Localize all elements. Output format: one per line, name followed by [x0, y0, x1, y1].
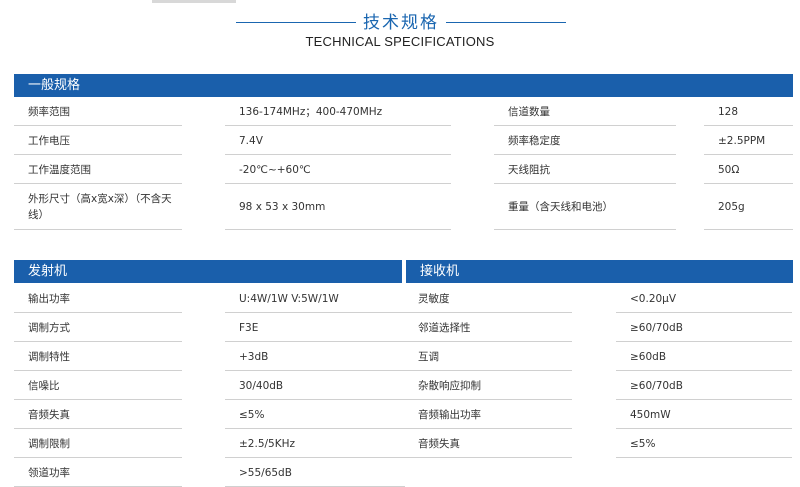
- row-divider: [704, 229, 793, 230]
- heading-rule-right: [446, 22, 566, 23]
- spec-label: 调制方式: [28, 321, 70, 334]
- spec-value: +3dB: [239, 350, 269, 363]
- spec-row: 工作电压 7.4V 频率稳定度 ±2.5PPM: [14, 126, 793, 155]
- spec-row: 频率范围 136-174MHz；400-470MHz 信道数量 128: [14, 97, 793, 126]
- spec-label: 输出功率: [28, 292, 70, 305]
- spec-label: 音频输出功率: [418, 408, 481, 421]
- spec-row: 输出功率 U:4W/1W V:5W/1W: [14, 284, 405, 313]
- heading-rule-left: [236, 22, 356, 23]
- spec-label: 信噪比: [28, 379, 60, 392]
- spec-label: 调制限制: [28, 437, 70, 450]
- spec-row: 外形尺寸（高x宽x深）（不含天线） 98 x 53 x 30mm 重量（含天线和电池…: [14, 184, 793, 230]
- spec-label: 重量（含天线和电池）: [508, 201, 613, 213]
- spec-value: 128: [718, 105, 739, 118]
- spec-label: 信道数量: [508, 105, 550, 118]
- spec-label: 邻道选择性: [418, 321, 471, 334]
- spec-row: 互调 ≥60dB: [404, 342, 792, 371]
- row-divider: [494, 229, 676, 230]
- spec-value: 7.4V: [239, 134, 263, 147]
- spec-label: 音频失真: [418, 437, 460, 450]
- spec-row: 灵敏度 <0.20μV: [404, 284, 792, 313]
- spec-label: 工作温度范围: [28, 163, 91, 176]
- section-title: 发射机: [28, 264, 68, 279]
- spec-value: ≥60dB: [630, 350, 667, 363]
- spec-value: ≤5%: [239, 408, 265, 421]
- spec-value: U:4W/1W V:5W/1W: [239, 292, 339, 305]
- row-divider: [225, 229, 451, 230]
- spec-value: 136-174MHz；400-470MHz: [239, 105, 383, 118]
- row-divider: [404, 457, 572, 458]
- spec-label: 频率稳定度: [508, 134, 561, 147]
- spec-value: ±2.5/5KHz: [239, 437, 296, 450]
- spec-value: <0.20μV: [630, 292, 677, 305]
- spec-value: 450mW: [630, 408, 671, 421]
- spec-row: 工作温度范围 -20℃~+60℃ 天线阻抗 50Ω: [14, 155, 793, 184]
- spec-label: 音频失真: [28, 408, 70, 421]
- section-title: 一般规格: [28, 78, 81, 93]
- spec-row: 调制限制 ±2.5/5KHz: [14, 429, 405, 458]
- page-title-cn: 技术规格: [363, 13, 439, 33]
- section-header-transmitter: 发射机: [14, 260, 402, 283]
- spec-row: 信噪比 30/40dB: [14, 371, 405, 400]
- section-header-general: 一般规格: [14, 74, 793, 97]
- spec-value: ≤5%: [630, 437, 656, 450]
- section-title: 接收机: [420, 264, 460, 279]
- spec-label: 外形尺寸（高x宽x深）（不含天线）: [28, 193, 172, 221]
- spec-value: ≥60/70dB: [630, 379, 683, 392]
- section-header-receiver: 接收机: [406, 260, 793, 283]
- spec-value: ±2.5PPM: [718, 134, 766, 147]
- spec-label: 调制特性: [28, 350, 70, 363]
- spec-row: 调制方式 F3E: [14, 313, 405, 342]
- spec-label: 工作电压: [28, 134, 70, 147]
- spec-row: 领道功率 >55/65dB: [14, 458, 405, 487]
- spec-value: >55/65dB: [239, 466, 292, 479]
- row-divider: [14, 229, 182, 230]
- spec-label: 互调: [418, 350, 439, 363]
- spec-value: 30/40dB: [239, 379, 284, 392]
- spec-row: 邻道选择性 ≥60/70dB: [404, 313, 792, 342]
- spec-row: 调制特性 +3dB: [14, 342, 405, 371]
- row-divider: [616, 457, 792, 458]
- spec-row: 杂散响应抑制 ≥60/70dB: [404, 371, 792, 400]
- spec-label: 天线阻抗: [508, 163, 550, 176]
- spec-label: 领道功率: [28, 466, 70, 479]
- spec-value: F3E: [239, 321, 259, 334]
- spec-label: 杂散响应抑制: [418, 379, 481, 392]
- spec-row: 音频失真 ≤5%: [14, 400, 405, 429]
- page-heading: 技术规格 TECHNICAL SPECIFICATIONS: [0, 6, 800, 56]
- spec-label: 灵敏度: [418, 292, 450, 305]
- spec-value: -20℃~+60℃: [239, 163, 311, 176]
- spec-value: ≥60/70dB: [630, 321, 683, 334]
- spec-value: 205g: [718, 201, 745, 213]
- spec-row: 音频失真 ≤5%: [404, 429, 792, 458]
- spec-value: 98 x 53 x 30mm: [239, 201, 326, 213]
- spec-label: 频率范围: [28, 105, 70, 118]
- spec-row: 音频输出功率 450mW: [404, 400, 792, 429]
- top-strip: [152, 0, 236, 3]
- page-title-en: TECHNICAL SPECIFICATIONS: [305, 34, 495, 49]
- spec-value: 50Ω: [718, 163, 740, 176]
